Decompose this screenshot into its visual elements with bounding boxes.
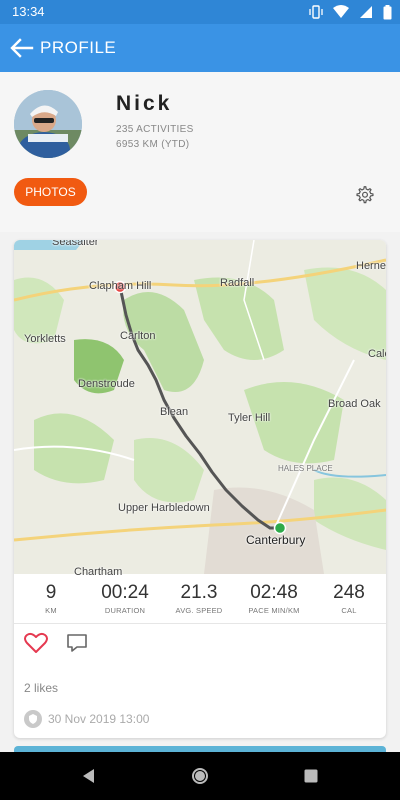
map-label: Herne bbox=[356, 260, 386, 272]
map-label: Yorkletts bbox=[24, 333, 66, 345]
status-time: 13:34 bbox=[12, 4, 45, 19]
stat-value: 02:48 bbox=[250, 582, 298, 603]
page-title: PROFILE bbox=[40, 38, 117, 57]
stat-label: CAL bbox=[341, 606, 357, 615]
nav-home-icon[interactable] bbox=[191, 767, 209, 785]
vibrate-icon bbox=[309, 5, 323, 19]
heart-icon[interactable] bbox=[24, 632, 48, 654]
activity-date-row: 30 Nov 2019 13:00 bbox=[24, 709, 149, 729]
map-label: Blean bbox=[160, 406, 189, 418]
map-label: Tyler Hill bbox=[228, 412, 271, 424]
stat-value: 21.3 bbox=[180, 582, 218, 603]
profile-header: Nick 235 ACTIVITIES 6953 KM (YTD) PHOTOS bbox=[0, 72, 400, 232]
gear-icon[interactable] bbox=[356, 186, 374, 204]
map-label: Carlton bbox=[120, 330, 156, 342]
photos-button[interactable]: PHOTOS bbox=[14, 178, 87, 206]
distance-ytd: 6953 KM (YTD) bbox=[116, 139, 190, 150]
stat-avg-speed: 21.3 AVG. SPEED bbox=[162, 582, 236, 615]
stat-value: 9 bbox=[45, 582, 57, 603]
map-label: Radfall bbox=[220, 277, 255, 289]
stat-distance: 9 KM bbox=[14, 582, 88, 615]
status-bar: 13:34 bbox=[0, 0, 400, 24]
stat-calories: 248 CAL bbox=[312, 582, 386, 615]
profile-name: Nick bbox=[116, 92, 173, 115]
map-label: Denstroude bbox=[78, 378, 135, 390]
arrow-left-icon[interactable] bbox=[8, 36, 34, 60]
activity-date: 30 Nov 2019 13:00 bbox=[48, 712, 150, 726]
nav-back-icon[interactable] bbox=[80, 767, 98, 785]
shield-icon bbox=[24, 710, 42, 728]
stat-value: 248 bbox=[333, 582, 365, 603]
activities-count: 235 ACTIVITIES bbox=[116, 124, 194, 135]
stat-value: 00:24 bbox=[101, 582, 149, 603]
map-label: HALES PLACE bbox=[278, 464, 333, 473]
likes-count[interactable]: 2 likes bbox=[24, 681, 58, 695]
activity-stats: 9 KM 00:24 DURATION 21.3 AVG. SPEED 02:4… bbox=[14, 574, 386, 624]
comment-icon[interactable] bbox=[66, 632, 88, 654]
activity-card[interactable]: Seasalter Clapham Hill Radfall Herne Yor… bbox=[14, 240, 386, 738]
stat-duration: 00:24 DURATION bbox=[88, 582, 162, 615]
map-label: Canterbury bbox=[246, 533, 306, 547]
stat-label: KM bbox=[45, 606, 57, 615]
map-label: Broad Oak bbox=[328, 398, 381, 410]
end-marker bbox=[273, 521, 287, 535]
map-label: Upper Harbledown bbox=[118, 502, 210, 514]
app-bar: PROFILE bbox=[0, 24, 400, 72]
map-label: Calc bbox=[368, 348, 386, 360]
stat-label: PACE MIN/KM bbox=[248, 606, 300, 615]
stat-label: DURATION bbox=[104, 606, 146, 615]
system-nav-bar bbox=[0, 752, 400, 800]
wifi-icon bbox=[333, 5, 349, 18]
battery-icon bbox=[383, 4, 392, 19]
map-label: Seasalter bbox=[52, 240, 99, 248]
status-icons bbox=[309, 4, 392, 20]
nav-recents-icon[interactable] bbox=[302, 767, 320, 785]
signal-icon bbox=[360, 6, 372, 18]
avatar[interactable] bbox=[14, 90, 82, 158]
route-map[interactable]: Seasalter Clapham Hill Radfall Herne Yor… bbox=[14, 240, 386, 578]
stat-label: AVG. SPEED bbox=[175, 606, 223, 615]
stat-pace: 02:48 PACE MIN/KM bbox=[237, 582, 311, 615]
map-label: Clapham Hill bbox=[89, 280, 152, 292]
